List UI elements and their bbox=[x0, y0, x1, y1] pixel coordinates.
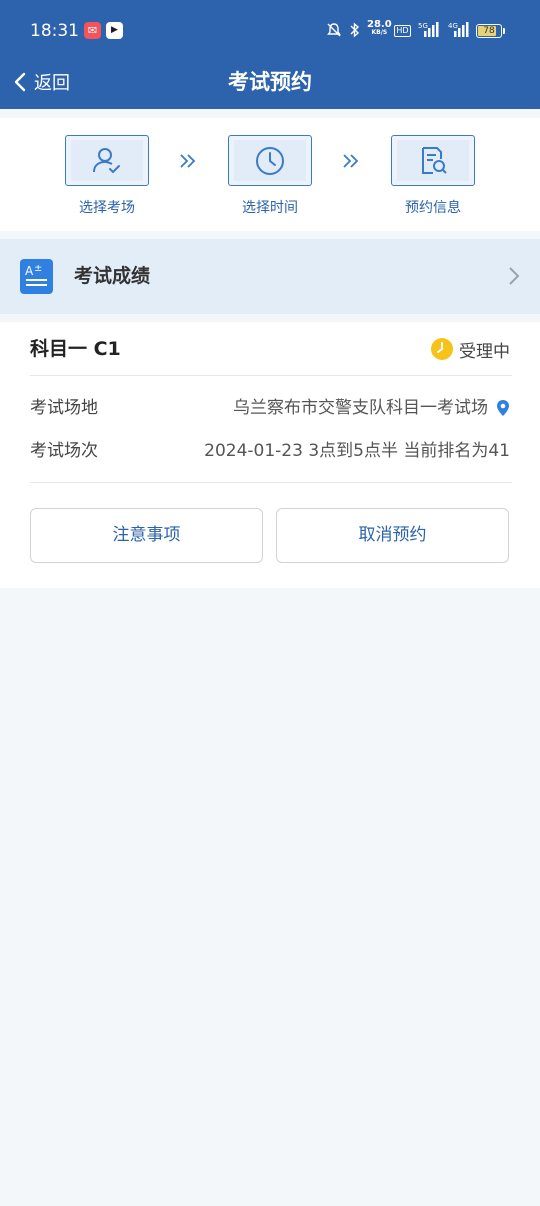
status-badge: 受理中 bbox=[431, 336, 510, 362]
double-chevron-right-icon bbox=[180, 154, 196, 168]
venue-label: 考试场地 bbox=[30, 398, 98, 418]
step-booking-info[interactable]: 预约信息 bbox=[391, 135, 475, 217]
chevron-left-icon bbox=[14, 72, 26, 92]
step-icon-box bbox=[65, 135, 149, 186]
pending-clock-icon bbox=[431, 338, 453, 360]
divider bbox=[30, 482, 512, 483]
step-icon-box bbox=[391, 135, 475, 186]
grades-icon: A ± bbox=[20, 259, 53, 294]
signal-4g-label: 4G bbox=[448, 22, 458, 30]
mute-bell-icon bbox=[327, 23, 341, 37]
divider bbox=[30, 375, 512, 376]
notes-button[interactable]: 注意事项 bbox=[30, 508, 263, 563]
page-title: 考试预约 bbox=[228, 70, 312, 94]
network-speed: 28.0 KB/S bbox=[367, 19, 392, 37]
session-label: 考试场次 bbox=[30, 441, 98, 461]
user-check-icon bbox=[93, 147, 120, 173]
hd-badge: HD bbox=[394, 25, 411, 37]
step-label: 预约信息 bbox=[405, 200, 461, 216]
battery-cap bbox=[503, 28, 505, 34]
battery-level: 78 bbox=[483, 26, 495, 36]
status-bar: 18:31 ✉ ▶ 28.0 KB/S HD 5G 4G 78 bbox=[0, 0, 540, 62]
video-app-icon: ▶ bbox=[106, 22, 123, 39]
signal-5g-label: 5G bbox=[418, 22, 428, 30]
status-text: 受理中 bbox=[459, 341, 510, 362]
network-speed-unit: KB/S bbox=[371, 29, 388, 36]
step-select-venue[interactable]: 选择考场 bbox=[65, 135, 149, 217]
battery-icon: 78 bbox=[476, 24, 502, 38]
cancel-booking-button[interactable]: 取消预约 bbox=[276, 508, 509, 563]
signal-5g-icon: 5G bbox=[418, 22, 439, 37]
venue-value: 乌兰察布市交警支队科目一考试场 bbox=[233, 398, 488, 418]
svg-text:A: A bbox=[25, 264, 34, 278]
step-label: 选择时间 bbox=[242, 200, 298, 216]
document-search-icon bbox=[422, 146, 447, 174]
session-row: 考试场次 2024-01-23 3点到5点半 当前排名为41 bbox=[30, 437, 510, 465]
chevron-right-icon bbox=[509, 267, 520, 285]
bluetooth-icon bbox=[350, 22, 360, 38]
exam-score-title: 考试成绩 bbox=[74, 265, 151, 287]
venue-row: 考试场地 乌兰察布市交警支队科目一考试场 bbox=[30, 394, 510, 422]
status-time: 18:31 bbox=[30, 21, 79, 41]
exam-score-row[interactable]: A ± 考试成绩 bbox=[0, 239, 540, 314]
signal-4g-icon: 4G bbox=[448, 22, 469, 37]
venue-value-wrap: 乌兰察布市交警支队科目一考试场 bbox=[233, 394, 510, 422]
step-icon-box bbox=[228, 135, 312, 186]
booking-card: 科目一 C1 受理中 考试场地 乌兰察布市交警支队科目一考试场 考试场次 202… bbox=[0, 322, 540, 588]
location-pin-icon[interactable] bbox=[496, 399, 510, 417]
header-bar: 18:31 ✉ ▶ 28.0 KB/S HD 5G 4G 78 返回 考试预约 bbox=[0, 0, 540, 109]
clock-icon bbox=[256, 146, 284, 175]
booking-steps: 选择考场 选择时间 预约信息 bbox=[0, 118, 540, 231]
network-speed-value: 28.0 bbox=[367, 19, 392, 30]
back-button[interactable]: 返回 bbox=[12, 66, 70, 98]
session-value: 2024-01-23 3点到5点半 当前排名为41 bbox=[204, 441, 510, 461]
svg-text:±: ± bbox=[34, 263, 42, 274]
double-chevron-right-icon bbox=[343, 154, 359, 168]
step-label: 选择考场 bbox=[79, 200, 135, 216]
step-select-time[interactable]: 选择时间 bbox=[228, 135, 312, 217]
exam-subject: 科目一 C1 bbox=[30, 338, 121, 360]
back-label: 返回 bbox=[34, 73, 70, 94]
notification-app-icon: ✉ bbox=[84, 22, 101, 39]
